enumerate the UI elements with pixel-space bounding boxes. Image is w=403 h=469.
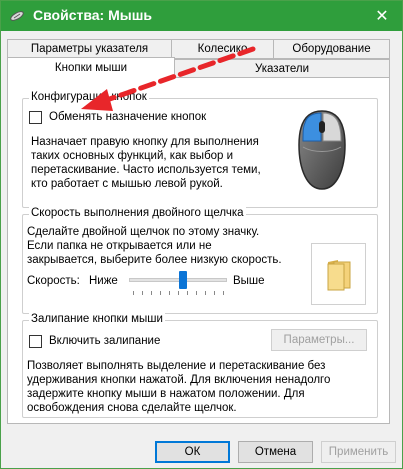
cancel-button[interactable]: Отмена [238,441,313,463]
button-label: ОК [184,446,201,458]
slider-tick [151,291,152,295]
button-label: Отмена [254,446,297,458]
slider-tick [142,291,143,295]
config-description-line: таких основных функций, как выбор и [31,150,234,162]
button-label: Параметры... [283,334,355,346]
config-description-line: Назначает правую кнопку для выполнения [31,136,259,148]
swap-buttons-checkbox[interactable] [29,111,42,124]
slider-tick [205,291,206,295]
swap-buttons-label[interactable]: Обменять назначение кнопок [49,110,206,124]
tab-buttons[interactable]: Кнопки мыши [7,57,175,78]
slider-tick [169,291,170,295]
click-lock-description-line: Позволяет выполнять выделение и перетаск… [27,360,326,372]
double-click-description-line: Сделайте двойной щелчок по этому значку. [27,226,260,238]
click-lock-label[interactable]: Включить залипание [49,334,160,348]
tab-hardware[interactable]: Оборудование [273,39,390,59]
window-title: Свойства: Мышь [33,7,152,23]
slider-track[interactable] [129,278,227,282]
mouse-properties-dialog: Свойства: Мышь ✕ Параметры указателя Кол… [0,0,403,469]
mouse-icon [298,110,346,190]
click-lock-description-line: удерживания кнопки нажатой. Для включени… [27,374,331,386]
ok-button[interactable]: ОК [155,441,230,463]
group-legend: Залипание кнопки мыши [29,313,165,325]
slider-tick [160,291,161,295]
test-folder-area[interactable] [311,243,366,305]
mouse-icon [10,11,24,21]
slider-tick [214,291,215,295]
button-config-group: Конфигурация кнопок Обменять назначение … [22,91,378,208]
speed-slider[interactable] [129,269,227,297]
tab-label: Оборудование [292,43,371,55]
tab-pointers[interactable]: Указатели [174,59,390,78]
close-button[interactable]: ✕ [362,1,402,31]
click-lock-settings-button[interactable]: Параметры... [271,329,367,351]
folder-icon[interactable] [324,258,354,292]
speed-label: Скорость: [27,275,80,287]
click-lock-description-line: освобождения снова сделайте щелчок. [27,402,237,414]
title-bar[interactable]: Свойства: Мышь ✕ [1,1,402,31]
click-lock-checkbox[interactable] [29,335,42,348]
apply-button[interactable]: Применить [321,441,396,463]
config-description-line: перетаскивание. Часто используется теми, [31,164,261,176]
tab-label: Указатели [254,62,310,75]
button-label: Применить [328,446,389,458]
tab-label: Кнопки мыши [54,62,128,74]
slider-tick [223,291,224,295]
close-icon: ✕ [375,8,389,25]
double-click-group: Скорость выполнения двойного щелчка Сдел… [22,207,378,314]
tab-wheel[interactable]: Колесико [171,39,274,59]
group-legend: Скорость выполнения двойного щелчка [29,207,246,219]
slider-tick [133,291,134,295]
tab-panel-buttons: Конфигурация кнопок Обменять назначение … [7,77,390,424]
group-legend: Конфигурация кнопок [29,91,149,103]
slider-tick [178,291,179,295]
slider-tick [187,291,188,295]
click-lock-description-line: задержите кнопку мыши в нажатом положени… [27,388,305,400]
tab-label: Колесико [197,43,248,55]
config-description-line: кто работает с мышью левой рукой. [31,178,223,190]
speed-fast-label: Выше [233,275,265,287]
double-click-description-line: Если папка не открывается или не [27,240,212,252]
slider-tick [196,291,197,295]
click-lock-group: Залипание кнопки мыши Включить залипание… [22,313,378,418]
tab-pointer-options[interactable]: Параметры указателя [7,39,172,59]
double-click-description-line: закрывается, выберите более низкую скоро… [27,254,282,266]
tab-label: Параметры указателя [30,43,149,55]
slider-thumb[interactable] [179,271,187,289]
speed-slow-label: Ниже [89,275,118,287]
